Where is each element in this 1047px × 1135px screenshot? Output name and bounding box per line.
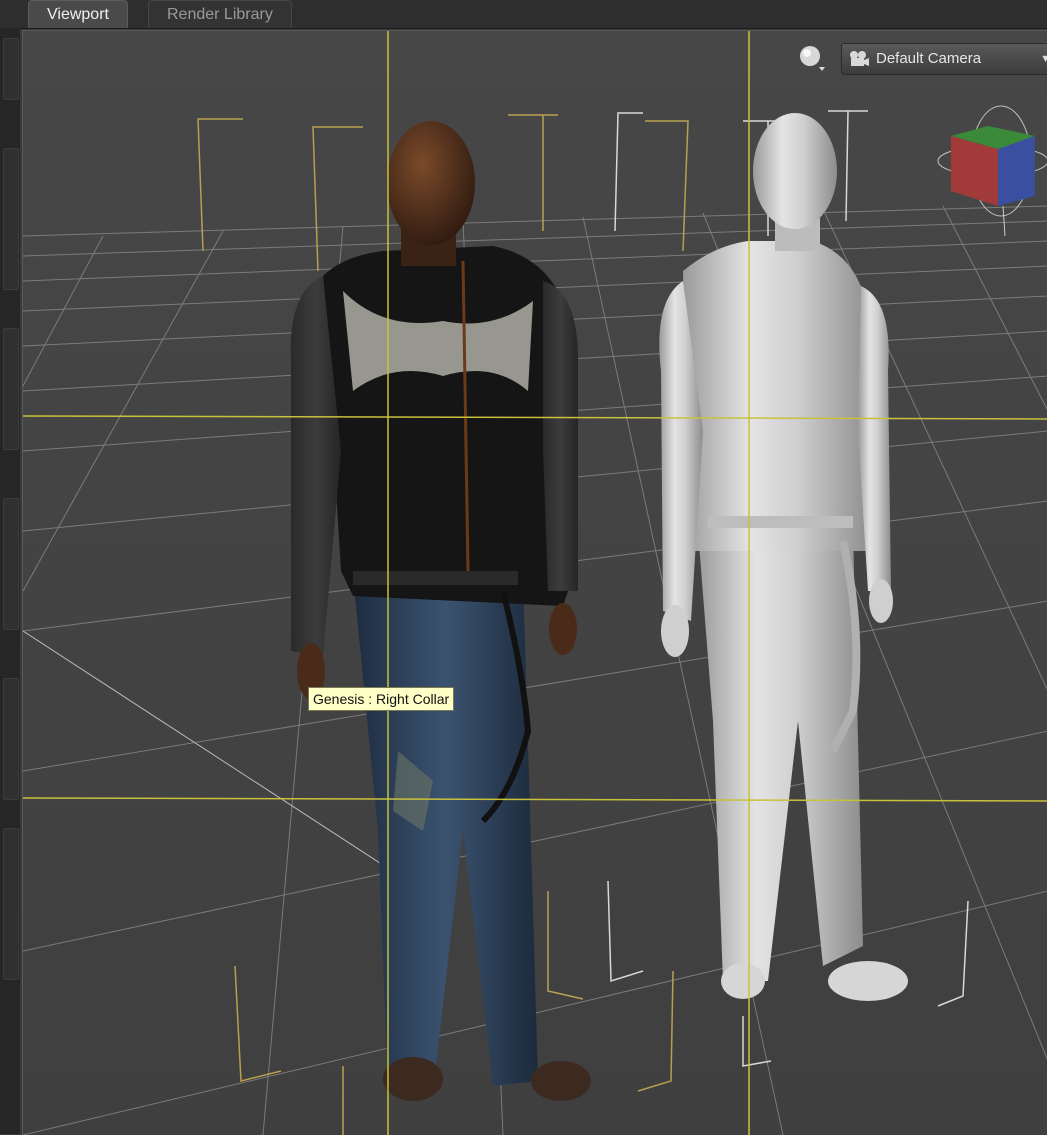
movie-camera-icon xyxy=(850,51,869,66)
tab-render-library[interactable]: Render Library xyxy=(148,0,292,28)
pane-collapse-handle[interactable] xyxy=(3,498,19,630)
pane-toggle-2[interactable] xyxy=(3,148,19,290)
scene-canvas[interactable] xyxy=(23,31,1047,1135)
pane-toggle-3[interactable] xyxy=(3,328,19,450)
pane-toggle-1[interactable] xyxy=(3,38,19,100)
pane-toggle-4[interactable] xyxy=(3,678,19,800)
tab-bar: Viewport Render Library xyxy=(0,0,1047,29)
3d-viewport[interactable]: Default Camera ▼ Genesis : Right Collar xyxy=(22,30,1047,1135)
camera-select-label: Default Camera xyxy=(876,50,982,67)
pane-toggle-5[interactable] xyxy=(3,828,19,980)
shaded-sphere-icon[interactable] xyxy=(797,43,827,73)
node-tooltip: Genesis : Right Collar xyxy=(308,687,455,711)
chevron-down-icon: ▼ xyxy=(1040,44,1047,74)
tab-viewport[interactable]: Viewport xyxy=(28,0,128,28)
camera-select[interactable]: Default Camera ▼ xyxy=(841,43,1047,75)
left-pane-strip xyxy=(0,28,20,1134)
